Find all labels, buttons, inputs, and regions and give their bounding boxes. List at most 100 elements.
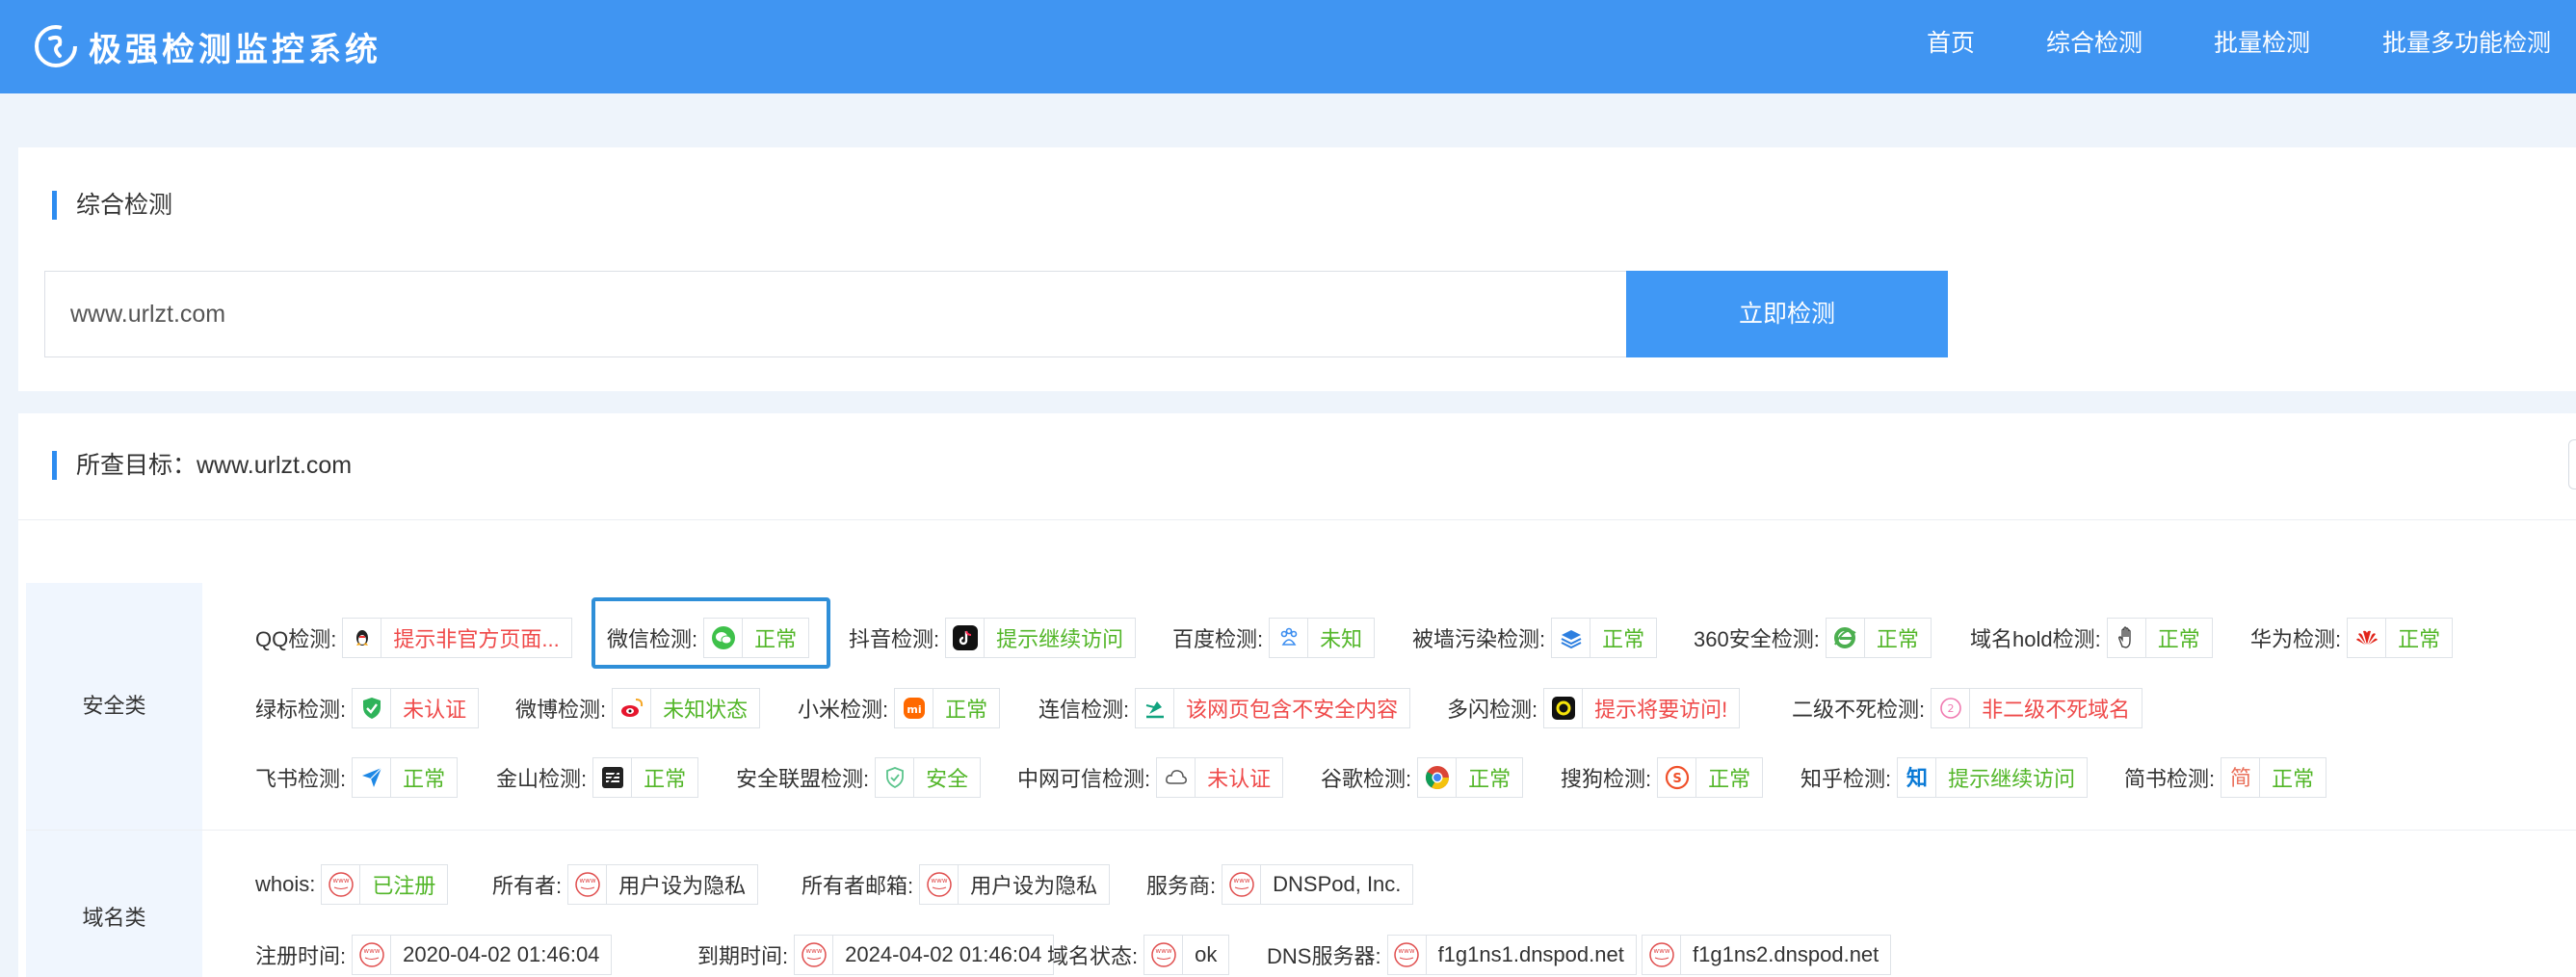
security-item-11: 连信检测: 该网页包含不安全内容	[1038, 688, 1411, 728]
svg-text:mi: mi	[907, 703, 921, 716]
domain-item-8-result-tag[interactable]: www f1g1ns2.dnspod.net	[1642, 935, 1892, 975]
security-item-16-value: 安全	[926, 767, 969, 791]
security-item-8-label: 绿标检测:	[255, 698, 347, 722]
security-item-20-result-tag[interactable]: 知提示继续访问	[1897, 757, 2089, 798]
result-panel-title: 所查目标：www.urlzt.com	[52, 451, 352, 480]
domain-item-2-label: 所有者邮箱:	[802, 874, 914, 898]
nav-batch[interactable]: 批量检测	[2214, 24, 2310, 59]
domain-item-6-value: ok	[1195, 942, 1218, 966]
www-icon: www	[1388, 936, 1427, 974]
security-item-13-label: 二级不死检测:	[1792, 698, 1926, 722]
security-item-15-result-tag[interactable]: 正常	[592, 757, 699, 798]
security-item-18-value: 正常	[1468, 767, 1511, 791]
domain-item-4-value: 2020-04-02 01:46:04	[403, 942, 600, 966]
security-item-14-result-tag[interactable]: 正常	[352, 757, 459, 798]
security-item-19-label: 搜狗检测:	[1561, 767, 1652, 791]
domain-item-7: DNS服务器: www f1g1ns1.dnspod.net	[1267, 935, 1637, 975]
domain-item-3: 服务商: www DNSPod, Inc.	[1146, 864, 1414, 905]
douyin-icon	[946, 619, 986, 657]
security-item-21-result-tag[interactable]: 简正常	[2221, 757, 2327, 798]
security-item-15-label: 金山检测:	[496, 767, 588, 791]
domain-item-7-result-tag[interactable]: www f1g1ns1.dnspod.net	[1386, 935, 1637, 975]
domain-item-3-result-tag[interactable]: www DNSPod, Inc.	[1222, 864, 1414, 905]
check-now-button[interactable]: 立即检测	[1626, 271, 1948, 357]
huawei-icon	[2348, 619, 2387, 657]
lianxin-icon	[1136, 689, 1175, 727]
svg-text:www: www	[805, 947, 822, 955]
security-item-7-result-tag[interactable]: 正常	[2347, 618, 2454, 658]
security-item-2-result-tag[interactable]: 提示继续访问	[945, 618, 1137, 658]
ie-360-icon	[1827, 619, 1865, 657]
security-item-14-value: 正常	[403, 767, 446, 791]
security-item-14: 飞书检测: 正常	[255, 757, 459, 798]
domain-item-1-label: 所有者:	[492, 874, 563, 898]
security-item-18-result-tag[interactable]: 正常	[1417, 757, 1524, 798]
security-item-9-result-tag[interactable]: 未知状态	[612, 688, 761, 728]
jianshu-icon: 简	[2221, 758, 2261, 797]
app-title: 极强检测监控系统	[89, 30, 381, 69]
security-item-4-result-tag[interactable]: 正常	[1551, 618, 1658, 658]
security-item-5-result-tag[interactable]: 正常	[1825, 618, 1932, 658]
svg-text:www: www	[579, 877, 595, 885]
security-item-19: 搜狗检测: S 正常	[1561, 757, 1764, 798]
cloud-icon	[1157, 758, 1196, 797]
chrome-icon	[1418, 758, 1458, 797]
domain-item-0-result-tag[interactable]: www 已注册	[321, 864, 449, 905]
svg-text:知: 知	[1906, 766, 1928, 791]
security-item-0-result-tag[interactable]: 提示非官方页面...	[342, 618, 572, 658]
logo[interactable]: 极强检测监控系统	[33, 15, 381, 77]
nav-home[interactable]: 首页	[1927, 24, 1975, 59]
category-security: 安全类	[26, 583, 202, 830]
domain-item-5-label: 到期时间:	[697, 944, 789, 968]
www-icon: www	[322, 865, 361, 904]
www-icon: www	[1643, 936, 1681, 974]
domain-item-4-result-tag[interactable]: www 2020-04-02 01:46:04	[352, 935, 613, 975]
domain-item-4-label: 注册时间:	[255, 944, 347, 968]
security-item-7-value: 正常	[2398, 627, 2441, 651]
security-item-17-value: 未认证	[1207, 767, 1272, 791]
security-item-2-value: 提示继续访问	[996, 627, 1124, 651]
domain-item-1-result-tag[interactable]: www 用户设为隐私	[567, 864, 759, 905]
svg-text:www: www	[931, 877, 947, 885]
security-item-13-result-tag[interactable]: 2 非二级不死域名	[1931, 688, 2143, 728]
security-item-19-result-tag[interactable]: S 正常	[1657, 757, 1764, 798]
www-icon: www	[353, 936, 392, 974]
security-item-8-result-tag[interactable]: 未认证	[352, 688, 480, 728]
security-item-12-result-tag[interactable]: 提示将要访问!	[1543, 688, 1741, 728]
security-item-3-value: 未知	[1320, 627, 1363, 651]
security-item-17-result-tag[interactable]: 未认证	[1156, 757, 1284, 798]
security-item-15-value: 正常	[644, 767, 687, 791]
security-item-11-value: 该网页包含不安全内容	[1186, 698, 1399, 722]
domain-item-5: 到期时间: www 2024-04-02 01:46:04	[697, 935, 1055, 975]
security-item-16-result-tag[interactable]: 安全	[875, 757, 982, 798]
nav-comprehensive[interactable]: 综合检测	[2046, 24, 2142, 59]
security-item-3: 百度检测: 未知	[1172, 618, 1376, 658]
security-item-11-result-tag[interactable]: 该网页包含不安全内容	[1135, 688, 1411, 728]
sogou-icon: S	[1658, 758, 1697, 797]
security-item-13: 二级不死检测: 2 非二级不死域名	[1792, 688, 2143, 728]
domain-item-5-result-tag[interactable]: www 2024-04-02 01:46:04	[794, 935, 1055, 975]
feishu-icon	[353, 758, 392, 797]
security-item-3-result-tag[interactable]: 未知	[1269, 618, 1376, 658]
svg-text:www: www	[1653, 947, 1669, 955]
qq-penguin-icon	[343, 619, 382, 657]
security-item-6-result-tag[interactable]: 正常	[2106, 618, 2213, 658]
zhihu-icon: 知	[1898, 758, 1937, 797]
domain-item-2-result-tag[interactable]: www 用户设为隐私	[919, 864, 1111, 905]
domain-item-6-result-tag[interactable]: www ok	[1143, 935, 1230, 975]
security-item-11-label: 连信检测:	[1038, 698, 1130, 722]
side-toggle-handle[interactable]	[2568, 439, 2576, 489]
xiaomi-icon: mi	[895, 689, 934, 727]
svg-text:www: www	[332, 877, 349, 885]
search-panel: 综合检测 www.urlzt.com 立即检测	[18, 147, 2576, 391]
url-input[interactable]: www.urlzt.com	[44, 271, 1627, 357]
security-item-13-value: 非二级不死域名	[1982, 698, 2131, 722]
domain-item-7-value: f1g1ns1.dnspod.net	[1437, 942, 1624, 966]
security-item-17: 中网可信检测: 未认证	[1017, 757, 1284, 798]
domain-item-2-value: 用户设为隐私	[970, 874, 1098, 898]
security-item-10-result-tag[interactable]: mi 正常	[894, 688, 1001, 728]
www-icon: www	[920, 865, 959, 904]
www-icon: www	[1222, 865, 1262, 904]
wechat-highlight-box	[591, 597, 830, 669]
nav-batch-multi[interactable]: 批量多功能检测	[2382, 24, 2551, 59]
